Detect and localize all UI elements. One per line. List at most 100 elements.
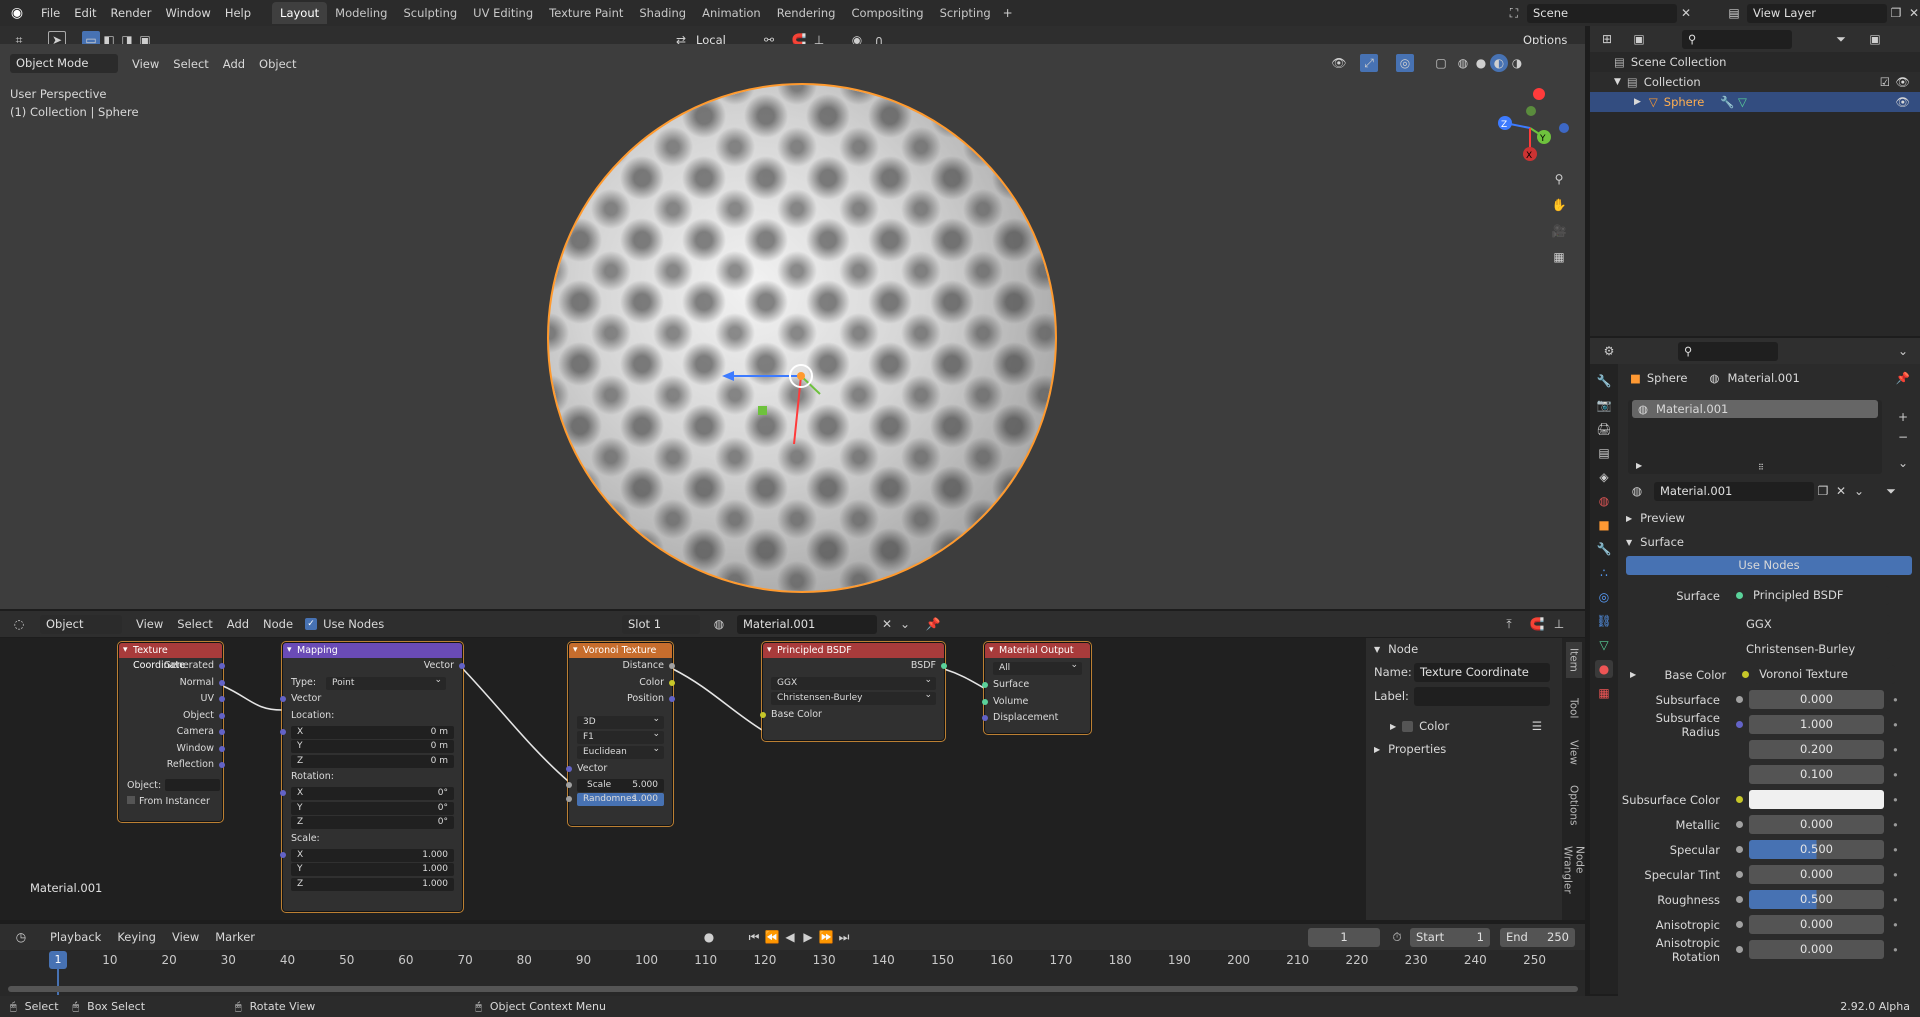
vector-component-field[interactable]: X 0 m: [280, 725, 454, 739]
property-value-field[interactable]: 0.000: [1749, 815, 1884, 834]
pin-icon[interactable]: 📌: [924, 615, 942, 633]
distance-metric-dropdown[interactable]: Euclidean: [577, 743, 664, 759]
shader-socket[interactable]: [982, 698, 988, 705]
data-tab-icon[interactable]: ▽: [1595, 636, 1613, 654]
tab-rendering[interactable]: Rendering: [769, 2, 844, 24]
checkbox-icon[interactable]: ☑: [1880, 75, 1890, 89]
wireframe-shading-icon[interactable]: ◍: [1454, 54, 1472, 72]
node-properties-row[interactable]: ▶ Properties: [1366, 738, 1562, 760]
mapping-type-dropdown[interactable]: Point: [326, 674, 447, 690]
tab-compositing[interactable]: Compositing: [843, 2, 931, 24]
constraints-tab-icon[interactable]: ⛓: [1595, 612, 1613, 630]
modifier-tab-icon[interactable]: 🔧: [1595, 540, 1613, 558]
tab-tool[interactable]: Tool: [1566, 692, 1582, 724]
solid-shading-icon[interactable]: ●: [1472, 54, 1490, 72]
play-reverse-icon[interactable]: ◀: [781, 928, 799, 946]
scale-field[interactable]: Scale 5.000: [566, 778, 664, 792]
view-layer-icon[interactable]: ▤: [1725, 4, 1743, 22]
material-output-node[interactable]: Material Output All Surface Volume Displ…: [982, 642, 1091, 734]
rendered-shading-icon[interactable]: ◑: [1508, 54, 1526, 72]
editor-type-icon[interactable]: ◌: [10, 615, 28, 633]
panel-preview[interactable]: ▶ Preview: [1618, 506, 1920, 530]
use-nodes-checkbox[interactable]: ✓: [305, 618, 318, 630]
vector-component-field[interactable]: X 0°: [280, 787, 454, 800]
vector-socket[interactable]: [219, 679, 225, 686]
scene-field[interactable]: Scene: [1527, 3, 1677, 23]
vector-component-field[interactable]: Y 1.000: [291, 863, 454, 876]
use-nodes-button[interactable]: Use Nodes: [1626, 556, 1912, 575]
editor-type-icon[interactable]: ⚙: [1600, 342, 1618, 360]
jump-end-icon[interactable]: ⏭: [835, 928, 853, 946]
outliner-row-sphere[interactable]: ▶ ▽ Sphere 🔧 ▽ 👁: [1590, 92, 1920, 112]
eye-icon[interactable]: 👁: [1895, 75, 1910, 89]
vector-socket[interactable]: [459, 663, 465, 669]
list-icon[interactable]: ☰: [1532, 719, 1542, 733]
camera-icon[interactable]: 🎥: [1550, 222, 1568, 240]
menu-render[interactable]: Render: [104, 6, 159, 20]
expand-icon[interactable]: ▼: [1614, 77, 1621, 87]
surface-shader-field[interactable]: Principled BSDF: [1749, 586, 1889, 605]
vector-socket[interactable]: [280, 696, 286, 702]
play-icon[interactable]: ▶: [799, 928, 817, 946]
distribution-dropdown[interactable]: GGX: [771, 674, 936, 690]
vector-component-field[interactable]: Y 0 m: [291, 740, 454, 753]
menu-keying[interactable]: Keying: [117, 930, 156, 944]
animate-dot-icon[interactable]: •: [1892, 818, 1899, 832]
add-slot-icon[interactable]: +: [1894, 408, 1912, 426]
property-value-field[interactable]: 0.100: [1749, 765, 1884, 784]
overlay-icon[interactable]: ◎: [1396, 54, 1414, 72]
playhead[interactable]: 1: [49, 951, 67, 969]
view-layer-tab-icon[interactable]: ▤: [1595, 444, 1613, 462]
property-value-field[interactable]: 0.000: [1749, 865, 1884, 884]
new-collection-icon[interactable]: ▣: [1866, 30, 1884, 48]
menu-add[interactable]: Add: [223, 57, 245, 71]
tab-view[interactable]: View: [1566, 734, 1582, 771]
vector-socket[interactable]: [280, 790, 286, 796]
object-picker-field[interactable]: [165, 779, 221, 791]
vector-socket[interactable]: [566, 765, 572, 772]
vector-socket[interactable]: [219, 762, 225, 768]
texture-coordinate-node[interactable]: Texture Coordinate Generated Normal UV O…: [118, 642, 225, 822]
randomness-field[interactable]: Randomnes 1.000: [566, 793, 664, 806]
xray-icon[interactable]: ▢: [1432, 54, 1450, 72]
property-value-field[interactable]: 1.000: [1749, 715, 1884, 734]
zoom-icon[interactable]: ⚲: [1550, 170, 1568, 188]
outliner-search-input[interactable]: ⚲: [1682, 29, 1792, 49]
node-color-row[interactable]: ▶ Color ☰: [1366, 714, 1562, 738]
node-panel-header[interactable]: ▼ Node: [1366, 638, 1562, 660]
checkbox-icon[interactable]: [1402, 720, 1414, 732]
close-icon[interactable]: ✕: [1677, 4, 1695, 22]
subsurface-method-dropdown[interactable]: Christensen-Burley: [1740, 640, 1890, 659]
outliner-row-collection[interactable]: ▼ ▤ Collection ☑ 👁: [1590, 72, 1920, 92]
menu-node[interactable]: Node: [263, 617, 293, 631]
duplicate-icon[interactable]: ❐: [1814, 482, 1832, 500]
chevron-down-icon[interactable]: ⌄: [1850, 482, 1868, 500]
animate-dot-icon[interactable]: •: [1892, 893, 1899, 907]
color-socket[interactable]: [760, 711, 766, 718]
from-instancer-row[interactable]: From Instancer: [119, 794, 222, 811]
menu-playback[interactable]: Playback: [50, 930, 101, 944]
particles-tab-icon[interactable]: ∴: [1595, 564, 1613, 582]
close-icon[interactable]: ✕: [1905, 4, 1920, 22]
subsurface-method-dropdown[interactable]: Christensen-Burley: [771, 689, 936, 705]
material-slots-list[interactable]: ◍ Material.001 ▶ ⠿: [1628, 400, 1882, 474]
node-name-field[interactable]: Texture Coordinate: [1414, 662, 1550, 682]
menu-file[interactable]: File: [34, 6, 67, 20]
tab-node-wrangler[interactable]: Node Wrangler: [1560, 840, 1588, 920]
tab-scripting[interactable]: Scripting: [932, 2, 999, 24]
scene-tab-icon[interactable]: ◈: [1595, 468, 1613, 486]
tab-shading[interactable]: Shading: [631, 2, 694, 24]
eye-icon[interactable]: 👁: [1895, 95, 1910, 109]
animate-dot-icon[interactable]: •: [1892, 693, 1899, 707]
base-color-field[interactable]: Voronoi Texture: [1755, 665, 1896, 684]
material-name-field[interactable]: Material.001: [1654, 481, 1814, 501]
3d-viewport[interactable]: Object Mode View Select Add Object 👁 ⤢ ◎…: [0, 44, 1585, 609]
property-value-field[interactable]: 0.200: [1749, 740, 1884, 759]
chevron-down-icon[interactable]: ⌄: [1894, 454, 1912, 472]
tab-uv-editing[interactable]: UV Editing: [465, 2, 541, 24]
mesh-data-icon[interactable]: ▽: [1738, 95, 1747, 109]
menu-select[interactable]: Select: [177, 617, 212, 631]
editor-type-icon[interactable]: ◷: [12, 928, 30, 946]
slot-dropdown[interactable]: Slot 1: [622, 614, 700, 634]
animate-dot-icon[interactable]: •: [1892, 743, 1899, 757]
